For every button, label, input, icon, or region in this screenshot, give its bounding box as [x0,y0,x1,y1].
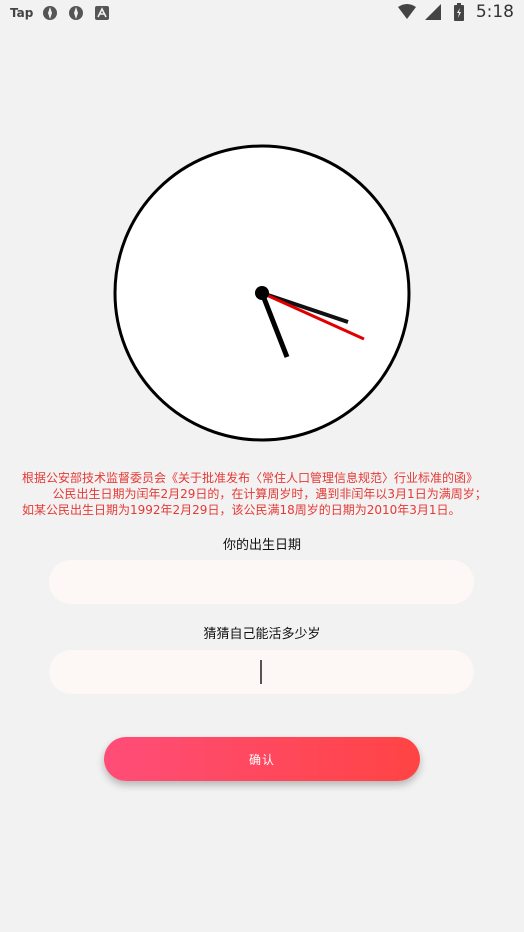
gear-notification-icon [41,4,59,22]
analog-clock [113,144,411,442]
battery-icon [450,3,468,21]
text-caret [260,660,262,684]
birth-date-field[interactable] [49,560,474,604]
guess-age-field[interactable] [49,650,474,694]
status-time: 5:18 [475,2,514,22]
birth-date-label: 你的出生日期 [222,538,301,553]
confirm-button[interactable]: 确认 [104,737,420,781]
gear-notification-icon [67,4,85,22]
status-left: Tap [10,4,111,22]
guess-age-label: 猜猜自己能活多少岁 [203,627,321,642]
signal-icon [424,3,442,21]
status-bar: Tap 5:18 [0,0,524,28]
wifi-icon [397,3,416,21]
app-tag: Tap [10,6,34,20]
a-notification-icon [93,4,111,22]
clock-center [255,286,269,300]
leap-year-notice: 根据公安部技术监督委员会《关于批准发布〈常住人口管理信息规范〉行业标准的函》 公… [22,471,487,517]
status-right: 5:18 [397,2,514,22]
